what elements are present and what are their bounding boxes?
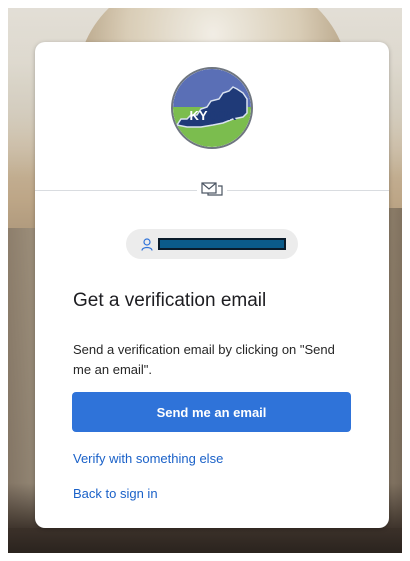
- verify-with-something-else-link[interactable]: Verify with something else: [73, 451, 223, 466]
- identifier-pill: [126, 229, 298, 259]
- user-icon: [140, 237, 154, 251]
- kentucky-state-logo: KYDOR: [171, 67, 253, 149]
- instructions-text: Send a verification email by clicking on…: [73, 342, 335, 377]
- page-title: Get a verification email: [73, 290, 267, 311]
- logo-text: KYDOR: [190, 108, 238, 123]
- back-to-sign-in-link[interactable]: Back to sign in: [73, 486, 158, 501]
- verification-card: KYDOR Get a verification email Send a ve…: [35, 42, 389, 528]
- email-icon: [197, 178, 227, 200]
- logo-graphic: KYDOR: [173, 69, 251, 147]
- send-email-button[interactable]: Send me an email: [72, 392, 351, 432]
- redacted-username: [158, 238, 286, 250]
